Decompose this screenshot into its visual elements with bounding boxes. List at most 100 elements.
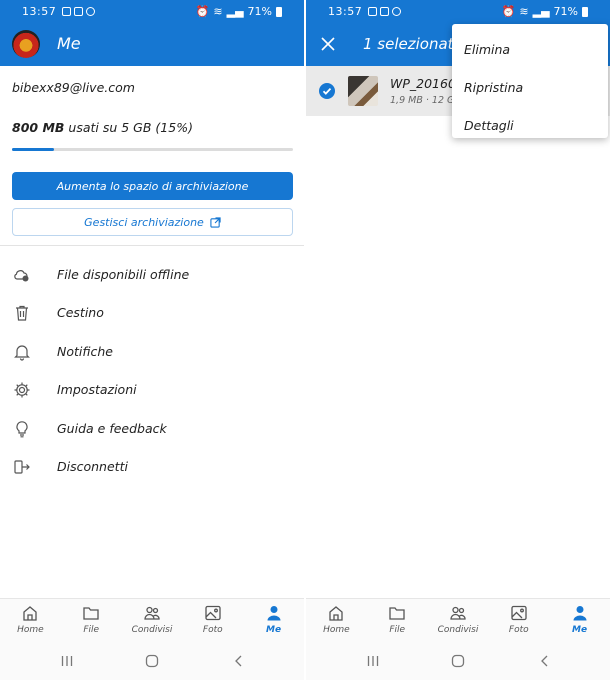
system-navigation-bar	[306, 642, 610, 680]
menu-label: Cestino	[57, 305, 104, 321]
nav-label: Foto	[202, 625, 223, 635]
battery-level: 71%	[247, 5, 272, 18]
me-menu: File disponibili offline Cestino Notific…	[0, 256, 304, 486]
nav-files[interactable]: File	[367, 599, 428, 642]
external-link-icon	[210, 216, 221, 228]
storage-usage: 800 MB usati su 5 GB (15%)	[12, 120, 193, 135]
status-time: 13:57	[328, 5, 363, 18]
folder-icon	[389, 607, 405, 620]
overflow-menu: Elimina Ripristina Dettagli	[452, 24, 608, 138]
cloud-offline-icon	[14, 270, 29, 282]
photo-icon	[511, 605, 527, 621]
avatar[interactable]	[12, 30, 40, 58]
close-icon[interactable]	[318, 34, 338, 54]
menu-item-offline-files[interactable]: File disponibili offline	[0, 256, 304, 294]
me-screen: 13:57 ⏰ ≋ ▂▄ 71% Me bibexx89@live.com 80…	[0, 0, 304, 680]
signal-icon: ▂▄	[226, 5, 244, 18]
wifi-icon: ≋	[213, 5, 223, 18]
gallery-notification-icon	[368, 7, 377, 16]
battery-level: 71%	[553, 5, 578, 18]
home-button-icon[interactable]	[451, 654, 465, 668]
recent-apps-icon[interactable]	[60, 654, 74, 668]
mail-notification-icon	[380, 7, 389, 16]
nav-label: File	[389, 625, 406, 635]
bottom-navigation: Home File Condivisi Foto Me	[0, 598, 304, 642]
recycle-bin-screen: 13:57 ⏰ ≋ ▂▄ 71% 1 selezionati WP_20160 …	[306, 0, 610, 680]
nav-home[interactable]: Home	[306, 599, 367, 642]
menu-item-notifications[interactable]: Notifiche	[0, 333, 304, 371]
nav-home[interactable]: Home	[0, 599, 61, 642]
storage-total: usati su 5 GB (15%)	[68, 120, 193, 135]
whatsapp-notification-icon	[86, 7, 95, 16]
person-icon	[267, 606, 281, 621]
nav-label: Home	[323, 625, 350, 635]
notification-icons	[368, 7, 401, 16]
people-icon	[450, 606, 466, 620]
status-bar: 13:57 ⏰ ≋ ▂▄ 71%	[0, 0, 304, 24]
menu-item-recycle-bin[interactable]: Cestino	[0, 294, 304, 332]
nav-label: Foto	[508, 625, 529, 635]
nav-shared[interactable]: Condivisi	[428, 599, 489, 642]
status-time: 13:57	[22, 5, 57, 18]
manage-storage-button[interactable]: Gestisci archiviazione	[12, 208, 293, 236]
page-title: Me	[57, 34, 81, 53]
person-icon	[573, 606, 587, 621]
whatsapp-notification-icon	[392, 7, 401, 16]
notification-icons	[62, 7, 95, 16]
battery-icon	[276, 6, 282, 17]
menu-item-help-feedback[interactable]: Guida e feedback	[0, 410, 304, 448]
home-icon	[23, 606, 38, 621]
bottom-navigation: Home File Condivisi Foto Me	[306, 598, 610, 642]
manage-storage-label: Gestisci archiviazione	[84, 215, 204, 229]
menu-item-delete[interactable]: Elimina	[452, 30, 608, 68]
lightbulb-icon	[16, 420, 28, 437]
status-right: ⏰ ≋ ▂▄ 71%	[196, 5, 282, 18]
file-meta: 1,9 MB · 12 G	[390, 95, 455, 106]
status-bar: 13:57 ⏰ ≋ ▂▄ 71%	[306, 0, 610, 24]
nav-label: Me	[266, 625, 282, 635]
nav-label: Me	[572, 625, 588, 635]
menu-label: Impostazioni	[57, 382, 137, 398]
people-icon	[144, 606, 160, 620]
trash-icon	[16, 306, 28, 321]
system-navigation-bar	[0, 642, 304, 680]
battery-icon	[582, 6, 588, 17]
nav-me[interactable]: Me	[243, 599, 304, 642]
status-right: ⏰ ≋ ▂▄ 71%	[502, 5, 588, 18]
menu-item-settings[interactable]: Impostazioni	[0, 371, 304, 409]
signal-icon: ▂▄	[532, 5, 550, 18]
mail-notification-icon	[74, 7, 83, 16]
app-bar: Me	[0, 24, 304, 66]
increase-storage-button[interactable]: Aumenta lo spazio di archiviazione	[12, 172, 293, 200]
home-icon	[329, 606, 344, 621]
wifi-icon: ≋	[519, 5, 529, 18]
home-button-icon[interactable]	[145, 654, 159, 668]
photo-icon	[205, 605, 221, 621]
menu-label: File disponibili offline	[57, 267, 190, 282]
nav-photos[interactable]: Foto	[488, 599, 549, 642]
nav-label: Condivisi	[437, 625, 479, 635]
selection-count-title: 1 selezionati	[363, 35, 458, 53]
nav-shared[interactable]: Condivisi	[122, 599, 183, 642]
nav-label: File	[83, 625, 100, 635]
file-name: WP_20160	[390, 76, 456, 91]
storage-progress-bar	[12, 148, 293, 151]
nav-me[interactable]: Me	[549, 599, 610, 642]
check-icon[interactable]	[319, 83, 335, 99]
storage-used: 800 MB	[12, 120, 65, 135]
nav-files[interactable]: File	[61, 599, 122, 642]
back-icon[interactable]	[232, 654, 246, 668]
screenshot-root: 13:57 ⏰ ≋ ▂▄ 71% Me bibexx89@live.com 80…	[0, 0, 610, 680]
nav-label: Condivisi	[131, 625, 173, 635]
nav-photos[interactable]: Foto	[182, 599, 243, 642]
storage-progress-fill	[12, 148, 55, 151]
gear-icon	[14, 382, 30, 398]
menu-item-sign-out[interactable]: Disconnetti	[0, 448, 304, 486]
menu-item-details[interactable]: Dettagli	[452, 106, 608, 144]
recent-apps-icon[interactable]	[366, 654, 380, 668]
back-icon[interactable]	[538, 654, 552, 668]
menu-label: Notifiche	[57, 343, 113, 359]
menu-item-restore[interactable]: Ripristina	[452, 68, 608, 106]
file-thumbnail	[348, 76, 378, 106]
alarm-icon: ⏰	[195, 5, 210, 18]
